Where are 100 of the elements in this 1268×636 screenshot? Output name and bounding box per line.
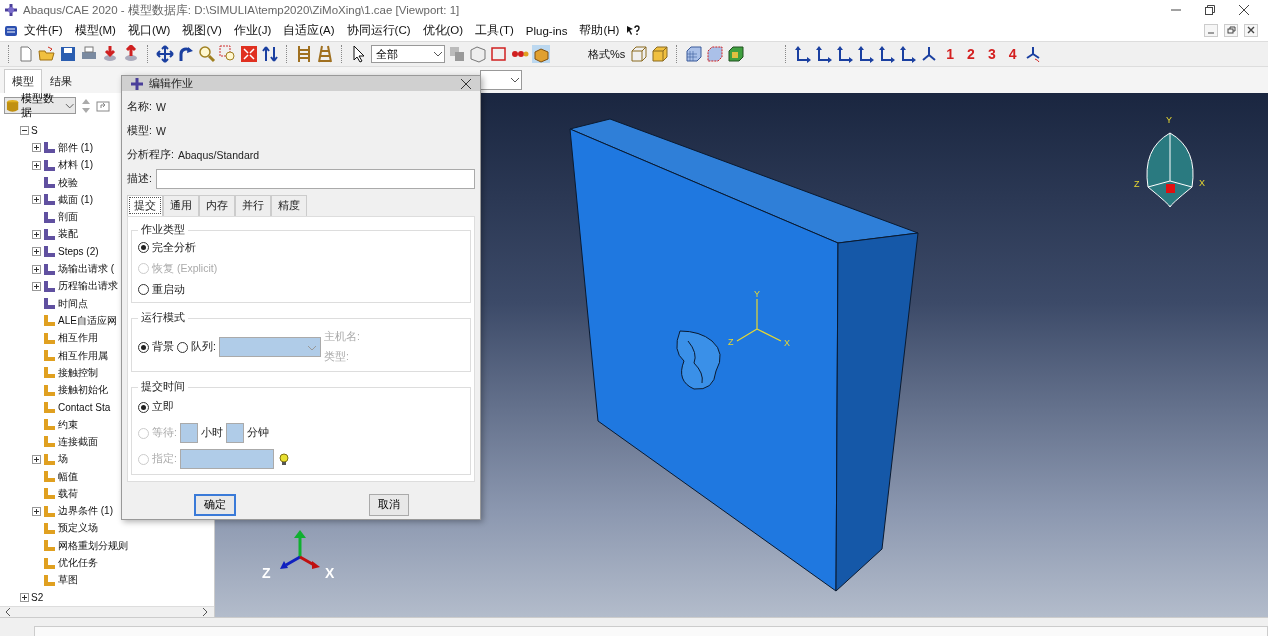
left-view-icon[interactable]: [878, 45, 897, 63]
move-icon[interactable]: [156, 45, 174, 63]
date-field[interactable]: [179, 449, 274, 469]
mesh-cube-icon[interactable]: [685, 45, 704, 63]
tree-item[interactable]: 材料 (1): [58, 158, 93, 173]
tree-item[interactable]: 约束: [58, 417, 78, 432]
menu-item[interactable]: 优化(O): [416, 23, 470, 38]
import-icon[interactable]: [101, 45, 119, 63]
dialog-tab[interactable]: 并行: [235, 195, 271, 216]
expand-icon[interactable]: [32, 281, 41, 291]
menu-item[interactable]: 模型(M): [68, 23, 122, 38]
collapse-icon[interactable]: [20, 126, 29, 136]
tree-item[interactable]: 剖面: [58, 210, 78, 225]
zoom-icon[interactable]: [198, 45, 216, 63]
tree-item[interactable]: Steps (2): [58, 246, 99, 258]
tree-item[interactable]: S2: [31, 592, 44, 604]
restore-icon[interactable]: [1204, 4, 1216, 16]
tree-item[interactable]: ALE自适应网: [58, 313, 117, 328]
tree-item[interactable]: 场输出请求 (: [58, 262, 115, 276]
view-number-button[interactable]: 2: [962, 46, 980, 62]
tree-item[interactable]: 幅值: [58, 469, 78, 484]
expand-icon[interactable]: [32, 229, 41, 239]
wireframe-cube-icon[interactable]: [630, 45, 649, 63]
bottom-view-icon[interactable]: [857, 45, 876, 63]
tree-item[interactable]: 接触初始化: [58, 383, 108, 398]
export-icon[interactable]: [122, 45, 140, 63]
tree-item[interactable]: 时间点: [58, 296, 88, 311]
tree-item[interactable]: 截面 (1): [58, 192, 93, 207]
swap-arrows-icon[interactable]: [261, 45, 279, 63]
menu-item[interactable]: 视图(V): [176, 23, 228, 38]
radio-button[interactable]: [138, 242, 149, 253]
view-number-button[interactable]: 4: [1003, 46, 1022, 62]
rotate-icon[interactable]: [177, 45, 195, 63]
expand-icon[interactable]: [32, 160, 41, 170]
description-field[interactable]: [155, 169, 475, 189]
layered-cube-icon[interactable]: [727, 45, 746, 63]
close-icon[interactable]: [460, 77, 472, 90]
window-menu-icon[interactable]: [4, 23, 18, 38]
minutes-field[interactable]: [225, 423, 244, 443]
tree-item[interactable]: 网格重划分规则: [58, 538, 128, 553]
tree-item[interactable]: 边界条件 (1): [58, 504, 113, 519]
tree-item[interactable]: S: [31, 125, 38, 137]
fit-view-icon[interactable]: [240, 45, 258, 63]
restore-icon[interactable]: [1224, 24, 1238, 37]
expand-icon[interactable]: [20, 593, 29, 603]
tree-item[interactable]: 载荷: [58, 486, 78, 501]
view-number-button[interactable]: 1: [941, 46, 960, 62]
radio-button[interactable]: [138, 341, 149, 353]
selection-filter-dropdown[interactable]: 全部: [371, 45, 445, 63]
expand-icon[interactable]: [32, 454, 41, 464]
step-dropdown[interactable]: [480, 70, 522, 90]
menu-item[interactable]: 自适应(A): [277, 23, 341, 38]
dialog-tab[interactable]: 精度: [271, 195, 307, 216]
expand-icon[interactable]: [32, 247, 41, 257]
tree-item[interactable]: Contact Sta: [58, 401, 111, 413]
ladder-icon[interactable]: [295, 45, 313, 63]
view-number-button[interactable]: 3: [982, 46, 1001, 62]
box-zoom-icon[interactable]: [219, 45, 237, 63]
radio-button[interactable]: [138, 284, 149, 295]
hours-field[interactable]: [179, 423, 198, 443]
front-view-icon[interactable]: [794, 45, 813, 63]
tree-item[interactable]: 相互作用属: [58, 348, 108, 363]
dialog-button[interactable]: 确定: [193, 494, 236, 516]
dialog-tab[interactable]: 提交: [127, 195, 163, 216]
menu-item[interactable]: 视口(W): [121, 23, 177, 38]
tree-item[interactable]: 部件 (1): [58, 140, 93, 155]
back-view-icon[interactable]: [815, 45, 834, 63]
expand-icon[interactable]: [32, 264, 41, 274]
dialog-tab[interactable]: 内存: [199, 195, 235, 216]
context-help-icon[interactable]: [625, 23, 642, 38]
ladder-icon[interactable]: [316, 45, 334, 63]
format-label[interactable]: 格式%s: [586, 46, 628, 62]
tree-item[interactable]: 校验: [58, 175, 78, 190]
radio-button[interactable]: [138, 401, 149, 413]
panel-tab[interactable]: 结果: [42, 69, 80, 93]
shaded-cube-icon[interactable]: [651, 45, 670, 63]
horizontal-scrollbar[interactable]: [0, 606, 214, 617]
tree-item[interactable]: 相互作用: [58, 331, 98, 346]
lightbulb-icon[interactable]: [276, 452, 291, 466]
menu-item[interactable]: 文件(F): [18, 23, 69, 38]
cube-select-icon[interactable]: [469, 45, 487, 63]
menu-item[interactable]: 工具(T): [469, 23, 520, 38]
top-view-icon[interactable]: [836, 45, 855, 63]
save-icon[interactable]: [59, 45, 77, 63]
close-icon[interactable]: [1238, 4, 1250, 16]
scroll-right-icon[interactable]: [200, 607, 210, 617]
tree-item[interactable]: 草图: [58, 573, 78, 588]
highlighted-cube-icon[interactable]: [532, 45, 550, 63]
tree-item[interactable]: 场: [58, 452, 68, 467]
open-folder-icon[interactable]: [38, 45, 56, 63]
tree-item[interactable]: 接触控制: [58, 365, 98, 380]
menu-item[interactable]: Plug-ins: [519, 24, 574, 37]
right-view-icon[interactable]: [899, 45, 918, 63]
expand-icon[interactable]: [32, 506, 41, 516]
tree-item[interactable]: 装配: [58, 227, 78, 242]
panel-tab[interactable]: 模型: [4, 69, 42, 93]
tree-item[interactable]: 预定义场: [58, 521, 98, 536]
box-select-icon[interactable]: [490, 45, 508, 63]
dialog-tab[interactable]: 通用: [163, 195, 199, 216]
dialog-button[interactable]: 取消: [368, 494, 409, 516]
